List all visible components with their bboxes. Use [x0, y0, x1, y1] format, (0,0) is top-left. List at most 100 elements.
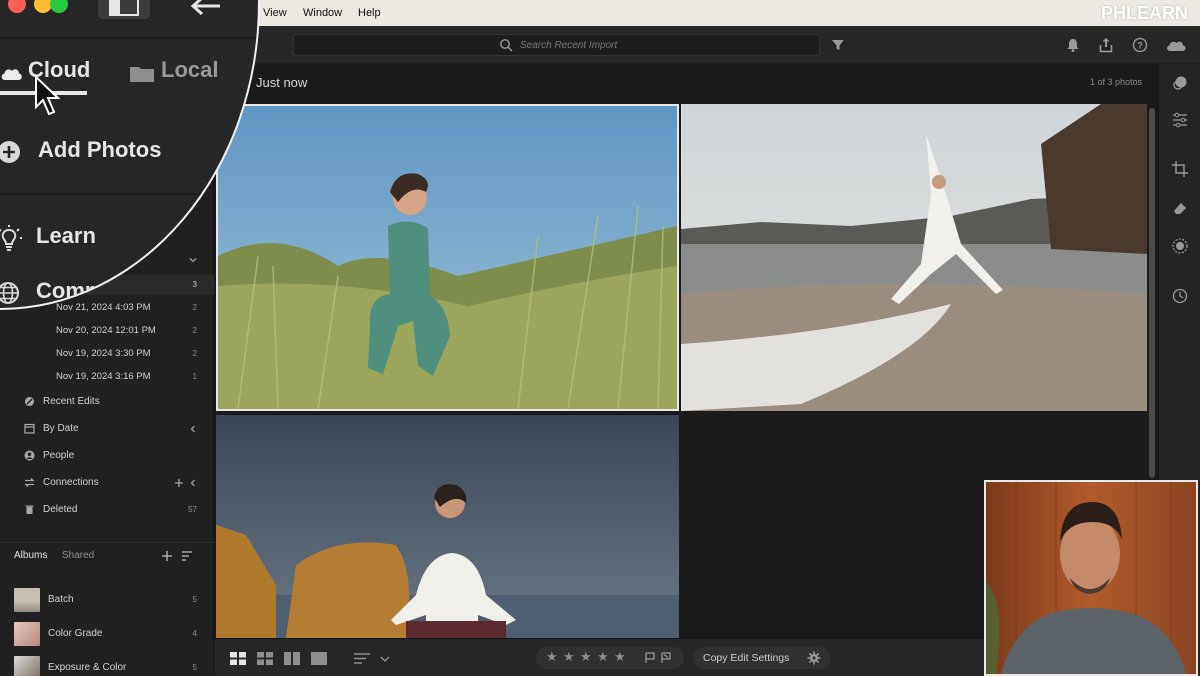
sidebar-item-deleted[interactable]: Deleted 57	[0, 500, 214, 520]
divider	[0, 193, 258, 195]
person-icon	[24, 450, 35, 461]
import-date-row[interactable]: Nov 19, 2024 3:16 PM 1	[0, 367, 214, 387]
history-icon[interactable]	[1171, 287, 1189, 305]
close-window-button[interactable]	[8, 0, 26, 13]
add-icon[interactable]	[174, 478, 184, 488]
reject-flag-icon[interactable]	[660, 652, 672, 664]
sidebar-item-label: Deleted	[43, 504, 78, 515]
svg-text:?: ?	[1137, 41, 1143, 51]
rating-star[interactable]: ★	[580, 650, 592, 665]
lightbulb-icon	[0, 225, 22, 251]
edit-sliders-icon[interactable]	[1171, 111, 1189, 129]
detail-view-icon[interactable]	[311, 652, 327, 665]
import-date-label: Nov 20, 2024 12:01 PM	[56, 325, 156, 336]
album-label: Color Grade	[48, 628, 103, 639]
album-label: Exposure & Color	[48, 662, 127, 673]
chevron-left-icon[interactable]	[188, 478, 198, 488]
sidebar-toggle-button[interactable]	[98, 0, 150, 19]
rating-star[interactable]: ★	[614, 650, 626, 665]
bell-icon[interactable]	[1064, 36, 1082, 54]
photo-thumbnail[interactable]	[681, 104, 1147, 411]
tab-local[interactable]: Local	[127, 55, 237, 95]
import-date-row[interactable]: Nov 20, 2024 12:01 PM 2	[0, 321, 214, 341]
photo-thumbnail[interactable]	[216, 415, 679, 638]
gear-icon[interactable]	[807, 651, 821, 665]
cloud-icon	[1, 69, 22, 80]
chevron-down-icon[interactable]	[379, 652, 391, 665]
album-label: Batch	[48, 594, 74, 605]
rating-star[interactable]: ★	[546, 650, 558, 665]
trash-icon	[25, 505, 34, 514]
globe-icon	[0, 282, 19, 304]
photo-woman-in-grass	[218, 106, 677, 409]
connections-icon	[24, 478, 35, 487]
learn-label: Learn	[36, 223, 96, 248]
tab-albums[interactable]: Albums	[14, 550, 47, 561]
filter-icon[interactable]	[829, 36, 847, 54]
album-count: 4	[192, 629, 197, 638]
copy-edit-settings-button[interactable]: Copy Edit Settings	[693, 647, 831, 669]
album-item-color-grade[interactable]: Color Grade 4	[0, 619, 214, 649]
album-item-exposure-color[interactable]: Exposure & Color 5	[0, 653, 214, 676]
community-button[interactable]: Commu	[0, 274, 182, 308]
import-date-label: Nov 19, 2024 3:16 PM	[56, 371, 151, 382]
albums-header: Albums Shared	[0, 542, 214, 568]
presets-icon[interactable]	[1171, 74, 1189, 92]
recent-imports-count: 3	[192, 280, 197, 289]
sidebar-item-label: Recent Edits	[43, 396, 100, 407]
search-box[interactable]	[293, 34, 820, 56]
photo-count: 1 of 3 photos	[1089, 77, 1142, 87]
rating-star[interactable]: ★	[597, 650, 609, 665]
add-album-icon[interactable]	[161, 550, 173, 562]
photo-grid-view-icon[interactable]	[257, 652, 273, 665]
crop-icon[interactable]	[1171, 160, 1189, 178]
square-grid-view-icon[interactable]	[230, 652, 246, 665]
eraser-icon[interactable]	[1171, 199, 1189, 217]
rating-control[interactable]: ★ ★ ★ ★ ★	[536, 647, 684, 669]
cloud-status-icon[interactable]	[1164, 36, 1188, 54]
zoom-window-button[interactable]	[50, 0, 68, 13]
learn-button[interactable]: Learn	[0, 219, 182, 259]
menu-help[interactable]: Help	[358, 7, 381, 19]
folder-icon	[130, 67, 154, 82]
tab-local-label: Local	[161, 57, 219, 82]
album-count: 5	[192, 595, 197, 604]
import-date-count: 2	[192, 303, 197, 312]
import-date-label: Nov 19, 2024 3:30 PM	[56, 348, 151, 359]
photo-thumbnail-selected[interactable]	[216, 104, 679, 411]
add-photos-button[interactable]: Add Photos	[0, 133, 182, 173]
pick-flag-icon[interactable]	[644, 652, 656, 664]
grid-scrollbar[interactable]	[1149, 108, 1155, 478]
album-count: 5	[192, 663, 197, 672]
rating-star[interactable]: ★	[563, 650, 575, 665]
share-icon[interactable]	[1097, 36, 1115, 54]
sidebar-item-label: Connections	[43, 477, 99, 488]
album-thumbnail	[14, 622, 40, 646]
album-thumbnail	[14, 656, 40, 676]
compare-view-icon[interactable]	[284, 652, 300, 665]
menu-view[interactable]: View	[263, 7, 287, 19]
sort-icon[interactable]	[181, 550, 195, 562]
search-input[interactable]	[520, 37, 810, 53]
mouse-cursor-icon	[35, 75, 61, 116]
tab-shared[interactable]: Shared	[62, 550, 94, 561]
menu-window[interactable]: Window	[303, 7, 342, 19]
group-title: Just now	[256, 75, 308, 90]
import-date-row[interactable]: Nov 19, 2024 3:30 PM 2	[0, 344, 214, 364]
album-item-batch[interactable]: Batch 5	[0, 585, 214, 615]
back-arrow-icon[interactable]	[188, 0, 222, 17]
sidebar-item-by-date[interactable]: By Date	[0, 419, 214, 439]
photo-meditation-sunset	[216, 415, 679, 638]
sort-icon[interactable]	[354, 652, 370, 665]
add-photos-label: Add Photos	[38, 137, 162, 162]
community-label: Commu	[36, 278, 118, 303]
copy-edit-settings-label: Copy Edit Settings	[703, 652, 790, 664]
help-icon[interactable]: ?	[1131, 36, 1149, 54]
sidebar-item-people[interactable]: People	[0, 446, 214, 466]
sidebar-item-label: By Date	[43, 423, 79, 434]
chevron-down-icon[interactable]	[188, 255, 198, 265]
masking-icon[interactable]	[1171, 237, 1189, 255]
sidebar-item-recent-edits[interactable]: Recent Edits	[0, 392, 214, 412]
sidebar-item-connections[interactable]: Connections	[0, 473, 214, 493]
chevron-left-icon[interactable]	[188, 424, 198, 434]
